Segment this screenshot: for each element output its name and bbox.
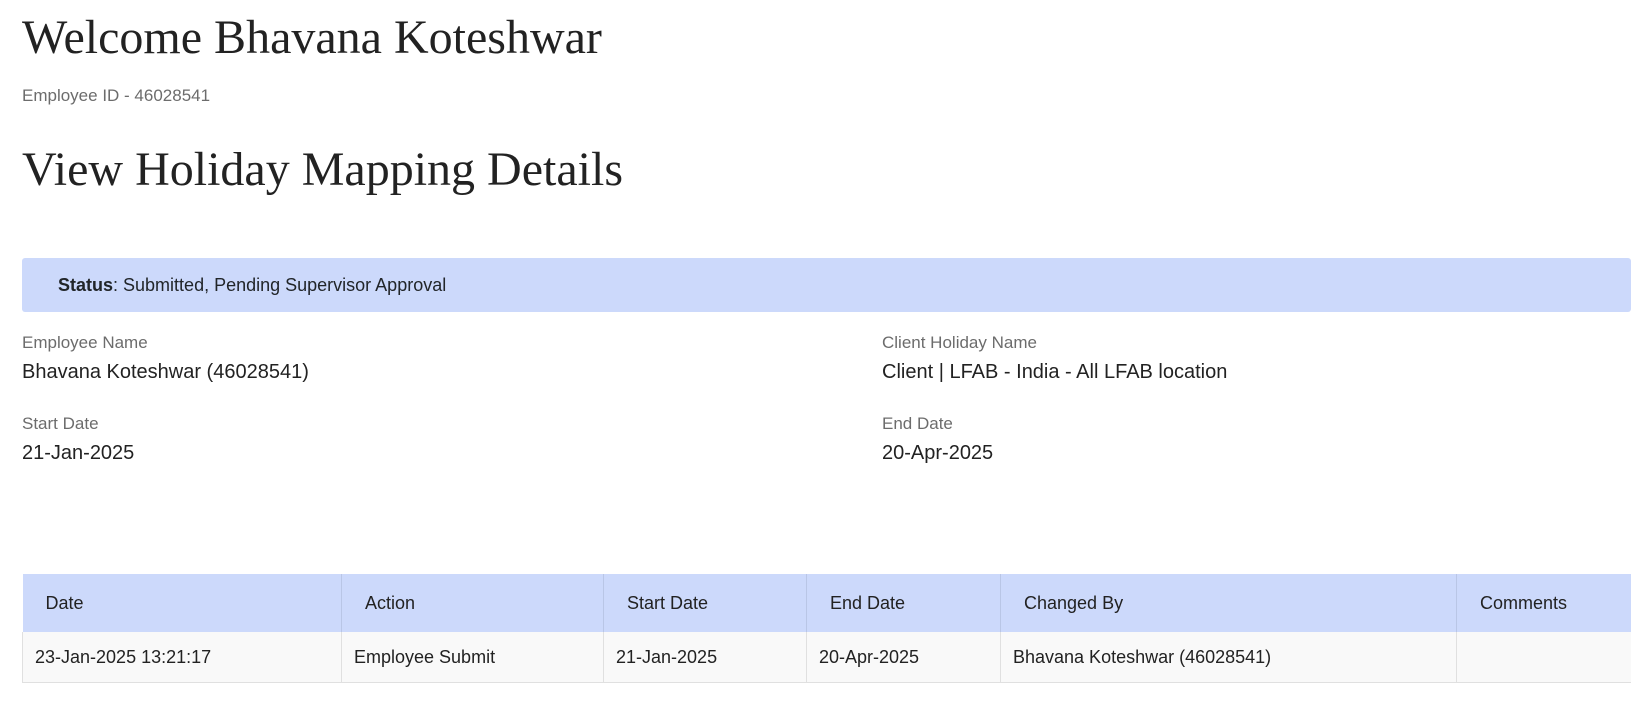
history-table: Date Action Start Date End Date Changed …	[22, 574, 1631, 683]
status-banner: Status: Submitted, Pending Supervisor Ap…	[22, 258, 1631, 312]
client-holiday-name-label: Client Holiday Name	[882, 333, 1037, 352]
status-separator: :	[113, 274, 124, 295]
status-value: Submitted, Pending Supervisor Approval	[123, 274, 447, 295]
employee-name-value: Bhavana Koteshwar (46028541)	[22, 361, 309, 383]
end-date-value: 20-Apr-2025	[882, 442, 994, 464]
column-header-end-date[interactable]: End Date	[806, 574, 1001, 632]
start-date-label: Start Date	[22, 414, 99, 433]
end-date-field: End Date 20-Apr-2025	[882, 414, 993, 465]
column-header-comments[interactable]: Comments	[1456, 574, 1631, 632]
cell-start-date: 21-Jan-2025	[603, 632, 807, 683]
cell-comments	[1456, 632, 1631, 683]
client-holiday-name-value: Client | LFAB - India - All LFAB locatio…	[882, 361, 1228, 383]
table-row: 23-Jan-2025 13:21:17 Employee Submit 21-…	[22, 632, 1631, 683]
column-header-changed-by[interactable]: Changed By	[1000, 574, 1457, 632]
employee-name-field: Employee Name Bhavana Koteshwar (4602854…	[22, 333, 309, 384]
cell-changed-by: Bhavana Koteshwar (46028541)	[1000, 632, 1457, 683]
end-date-label: End Date	[882, 414, 953, 433]
employee-id-text: Employee ID - 46028541	[22, 86, 211, 105]
status-label: Status	[58, 274, 114, 295]
start-date-value: 21-Jan-2025	[22, 442, 135, 464]
page-title: View Holiday Mapping Details	[22, 143, 624, 196]
column-header-action[interactable]: Action	[341, 574, 604, 632]
start-date-field: Start Date 21-Jan-2025	[22, 414, 134, 465]
column-header-date[interactable]: Date	[22, 574, 342, 632]
cell-action: Employee Submit	[341, 632, 604, 683]
employee-name-label: Employee Name	[22, 333, 148, 352]
cell-end-date: 20-Apr-2025	[806, 632, 1001, 683]
history-header-row: Date Action Start Date End Date Changed …	[22, 574, 1631, 632]
column-header-start-date[interactable]: Start Date	[603, 574, 807, 632]
welcome-heading: Welcome Bhavana Koteshwar	[22, 11, 602, 64]
client-holiday-name-field: Client Holiday Name Client | LFAB - Indi…	[882, 333, 1227, 384]
cell-date: 23-Jan-2025 13:21:17	[22, 632, 342, 683]
